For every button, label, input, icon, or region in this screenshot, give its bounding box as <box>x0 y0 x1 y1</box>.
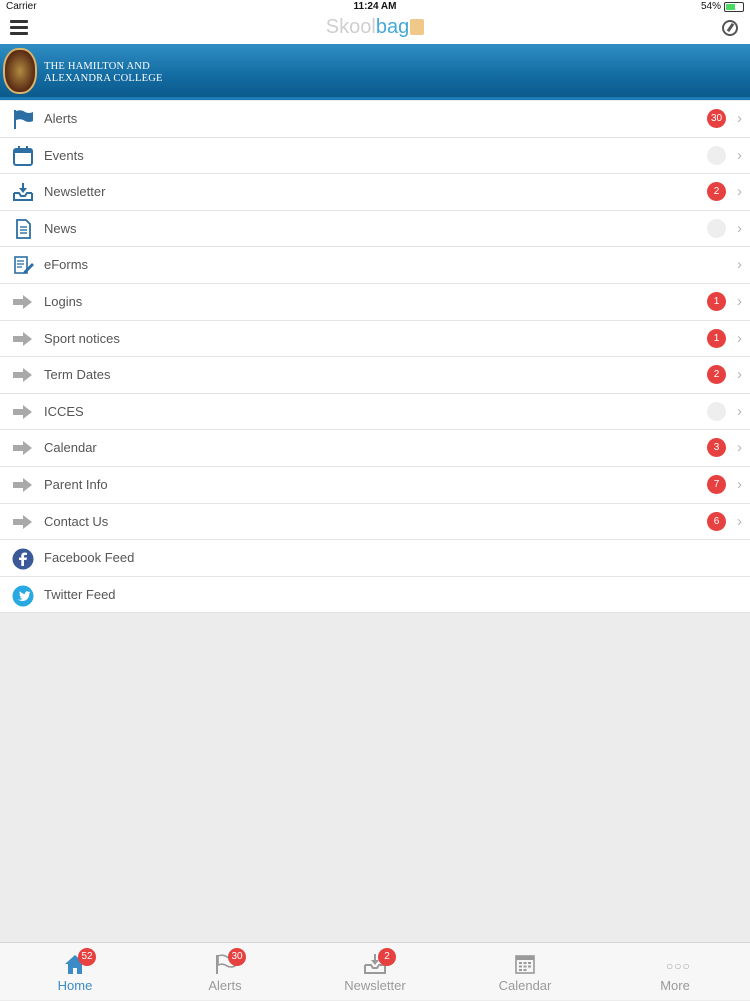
menu-item-eforms[interactable]: eForms › <box>0 247 750 284</box>
menu-item-events[interactable]: Events › <box>0 137 750 175</box>
battery-indicator: 54% <box>701 1 744 12</box>
menu-item-label: Events <box>44 147 84 163</box>
menu-item-parent-info[interactable]: Parent Info 7 › <box>0 466 750 504</box>
menu-item-logins[interactable]: Logins 1 › <box>0 283 750 321</box>
twitter-icon <box>12 585 34 607</box>
menu-item-calendar[interactable]: Calendar 3 › <box>0 430 750 467</box>
arrow-right-icon <box>13 441 33 456</box>
calendar-icon <box>12 145 34 166</box>
chevron-right-icon: › <box>737 366 742 384</box>
menu-item-label: Term Dates <box>44 367 111 383</box>
document-icon <box>12 218 34 239</box>
menu-item-label: Logins <box>44 293 83 309</box>
menu-item-alerts[interactable]: Alerts 30 › <box>0 101 750 138</box>
count-badge: 2 <box>378 948 396 966</box>
arrow-right-icon <box>13 477 33 492</box>
menu-item-label: Facebook Feed <box>44 550 135 566</box>
tab-home[interactable]: 52 Home <box>0 943 150 1001</box>
menu-item-newsletter[interactable]: Newsletter 2 › <box>0 174 750 211</box>
sync-icon[interactable] <box>722 20 738 36</box>
menu-item-label: Contact Us <box>44 513 109 529</box>
count-badge <box>707 218 726 238</box>
tab-alerts[interactable]: 30 Alerts <box>150 943 300 1001</box>
count-badge: 30 <box>228 948 246 966</box>
school-crest-icon <box>3 48 37 94</box>
menu-item-twitter-feed[interactable]: Twitter Feed <box>0 576 750 614</box>
tab-newsletter[interactable]: 2 Newsletter <box>300 943 450 1001</box>
count-badge: 6 <box>707 511 726 531</box>
menu-item-label: Twitter Feed <box>44 586 116 602</box>
bag-logo-icon <box>410 19 425 35</box>
count-badge: 7 <box>707 474 726 494</box>
chevron-right-icon: › <box>737 402 742 420</box>
count-badge: 3 <box>707 438 726 458</box>
school-name: THE HAMILTON AND ALEXANDRA COLLEGE <box>44 61 163 84</box>
inbox-download-icon <box>12 182 34 202</box>
count-badge: 30 <box>707 109 726 128</box>
count-badge: 52 <box>78 948 96 966</box>
tab-calendar[interactable]: Calendar <box>450 943 600 1001</box>
tab-label: More <box>660 978 690 993</box>
calendar-icon <box>513 953 537 975</box>
school-banner: THE HAMILTON AND ALEXANDRA COLLEGE <box>0 44 750 100</box>
chevron-right-icon: › <box>737 329 742 347</box>
form-edit-icon <box>12 255 34 275</box>
menu-item-label: ICCES <box>44 403 84 419</box>
menu-item-contact-us[interactable]: Contact Us 6 › <box>0 503 750 541</box>
count-badge <box>707 145 726 165</box>
battery-percent: 54% <box>700 1 721 12</box>
chevron-right-icon: › <box>737 183 742 201</box>
arrow-right-icon <box>13 331 33 346</box>
tab-more[interactable]: ○○○ More <box>600 943 750 1001</box>
menu-item-label: Sport notices <box>44 330 120 346</box>
menu-item-label: eForms <box>44 257 89 273</box>
chevron-right-icon: › <box>737 110 742 127</box>
chevron-right-icon: › <box>737 256 742 274</box>
menu-item-label: Newsletter <box>44 184 106 200</box>
count-badge: 1 <box>707 328 726 348</box>
arrow-right-icon <box>13 368 33 383</box>
navigation-bar: Skoolbag <box>0 14 750 44</box>
tab-label: Calendar <box>498 978 552 993</box>
menu-list: Alerts 30 › Events › Newsletter 2 › News › eForms ›… <box>0 101 750 614</box>
count-badge: 2 <box>707 365 726 385</box>
menu-item-label: Parent Info <box>44 476 108 492</box>
clock: 11:24 AM <box>353 1 397 12</box>
more-dots-icon: ○○○ <box>666 959 691 973</box>
tab-label: Alerts <box>208 978 242 993</box>
chevron-right-icon: › <box>737 219 742 237</box>
menu-item-label: Alerts <box>44 111 78 126</box>
arrow-right-icon <box>13 404 33 419</box>
chevron-right-icon: › <box>737 146 742 164</box>
menu-item-term-dates[interactable]: Term Dates 2 › <box>0 357 750 394</box>
count-badge: 2 <box>707 182 726 202</box>
chevron-right-icon: › <box>737 512 742 530</box>
menu-item-facebook-feed[interactable]: Facebook Feed <box>0 540 750 577</box>
facebook-icon <box>12 548 34 570</box>
count-badge <box>707 401 726 421</box>
menu-item-news[interactable]: News › <box>0 210 750 248</box>
app-logo: Skoolbag <box>0 16 750 39</box>
tab-label: Home <box>57 978 93 993</box>
status-bar: Carrier 11:24 AM 54% <box>0 0 750 14</box>
arrow-right-icon <box>13 294 33 309</box>
battery-icon <box>724 1 744 12</box>
menu-item-label: Calendar <box>44 440 97 456</box>
count-badge: 1 <box>707 291 726 311</box>
menu-item-label: News <box>44 220 77 236</box>
chevron-right-icon: › <box>737 439 742 457</box>
menu-item-sport-notices[interactable]: Sport notices 1 › <box>0 320 750 358</box>
chevron-right-icon: › <box>737 292 742 310</box>
flag-icon <box>12 109 34 129</box>
chevron-right-icon: › <box>737 475 742 493</box>
tab-label: Newsletter <box>344 978 406 993</box>
tab-bar: 52 Home 30 Alerts 2 Newsletter Calendar ○○○ More <box>0 942 750 1000</box>
arrow-right-icon <box>13 514 33 529</box>
menu-item-icces[interactable]: ICCES › <box>0 393 750 431</box>
